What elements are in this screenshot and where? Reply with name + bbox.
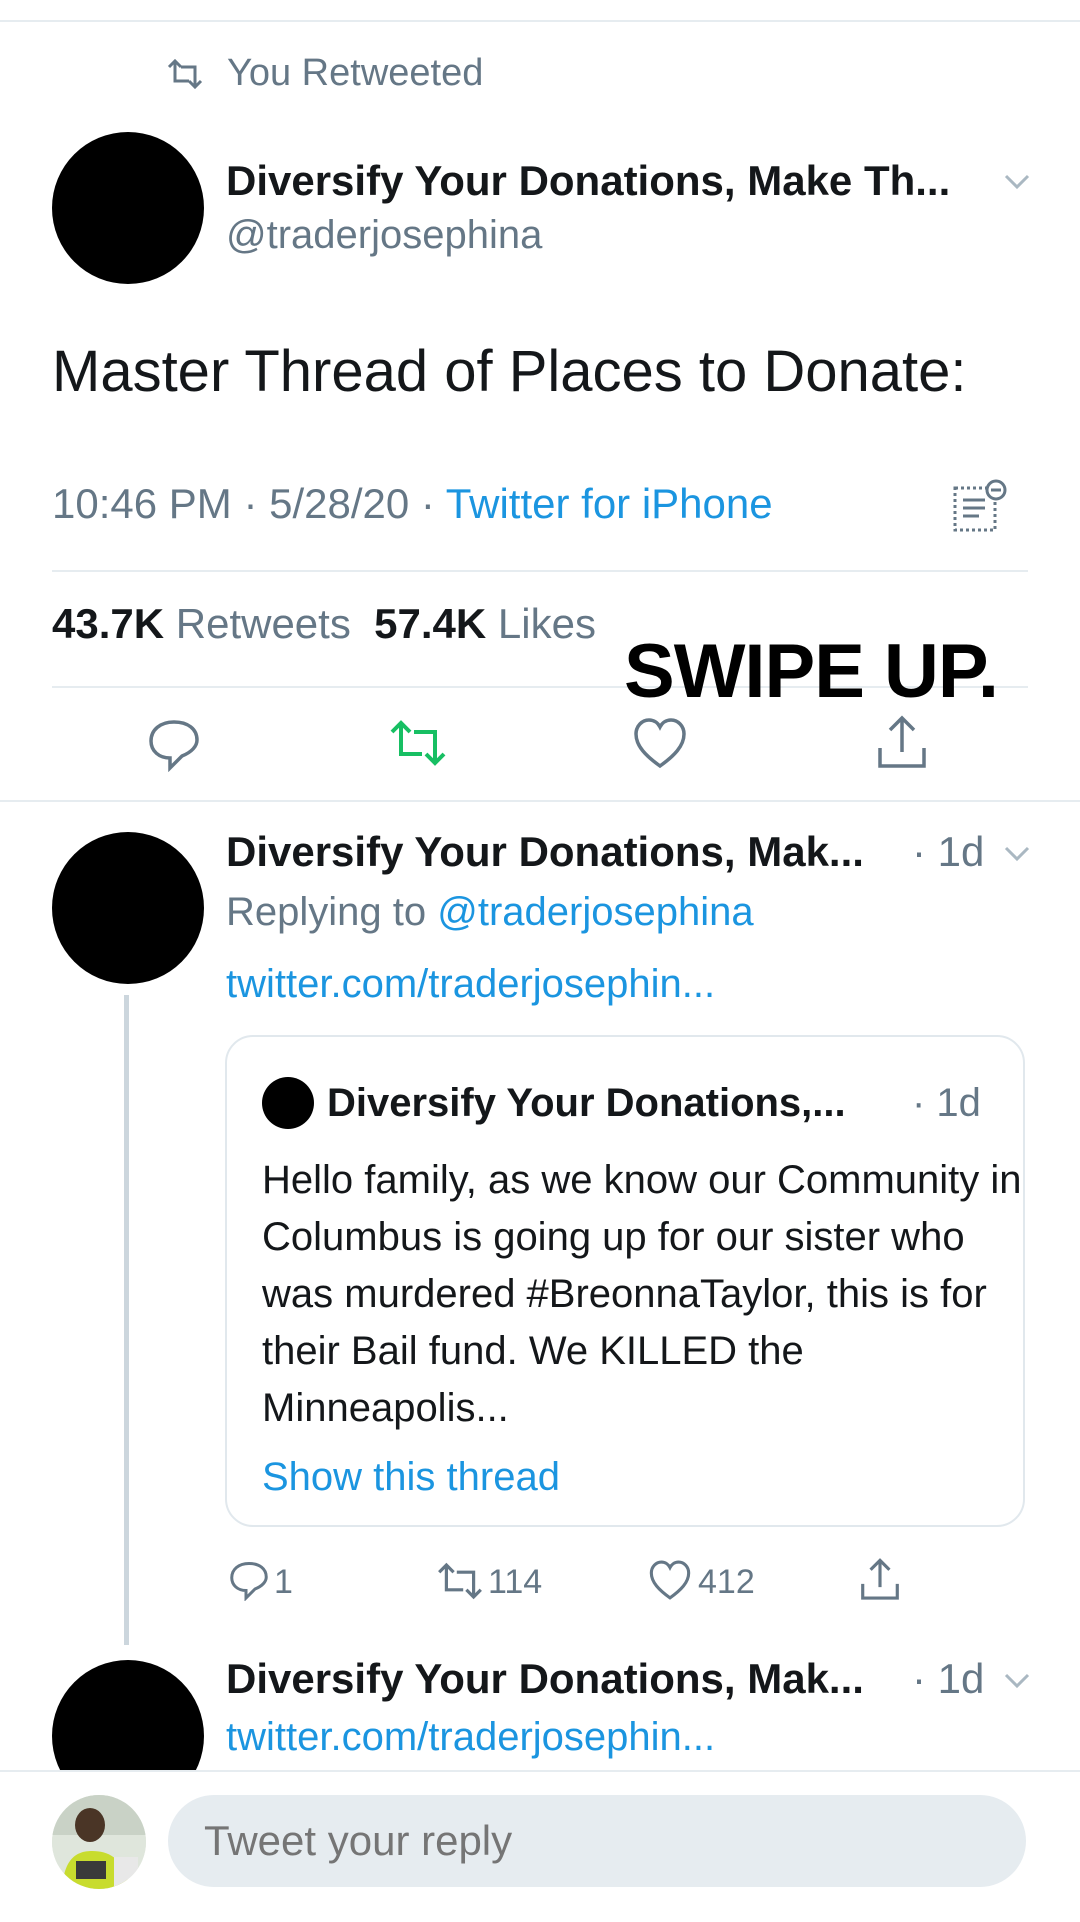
avatar[interactable] — [52, 132, 204, 284]
retweet-indicator: You Retweeted — [165, 52, 483, 95]
tweet-source-link[interactable]: Twitter for iPhone — [446, 480, 773, 527]
analytics-icon[interactable] — [952, 478, 1008, 534]
tweet-meta: 10:46 PM · 5/28/20 · Twitter for iPhone — [52, 480, 773, 528]
thread-line — [124, 995, 129, 1645]
retweet-indicator-label: You Retweeted — [227, 52, 484, 94]
quoted-age: · 1d — [912, 1081, 981, 1125]
chevron-down-icon[interactable] — [1000, 1663, 1034, 1697]
retweet-icon — [167, 58, 203, 89]
retweet-count[interactable]: 43.7K — [52, 600, 164, 647]
swipe-up-overlay: SWIPE UP. — [624, 629, 999, 714]
chevron-down-icon[interactable] — [1000, 164, 1034, 198]
share-icon[interactable] — [858, 1557, 902, 1603]
quoted-text: Hello family, as we know our Community i… — [262, 1158, 1022, 1430]
retweet-label[interactable]: Retweets — [176, 600, 351, 647]
share-icon[interactable] — [874, 714, 930, 772]
avatar[interactable] — [52, 832, 204, 984]
reply-author-name[interactable]: Diversify Your Donations, Mak... — [226, 828, 864, 876]
author-name[interactable]: Diversify Your Donations, Make Th... — [226, 157, 950, 205]
reply-actions: 1 114 412 — [0, 1555, 1080, 1615]
like-count[interactable]: 57.4K — [374, 600, 486, 647]
tweet-actions — [0, 712, 1080, 782]
show-thread-link[interactable]: Show this thread — [262, 1455, 560, 1500]
top-divider — [0, 20, 1080, 22]
tweet-time: 10:46 PM · 5/28/20 · — [52, 480, 446, 527]
tweet-link[interactable]: twitter.com/traderjosephin... — [226, 962, 715, 1007]
retweet-icon[interactable] — [436, 1561, 484, 1601]
tweet-stats: 43.7K Retweets 57.4K Likes — [52, 600, 596, 648]
quoted-author-name: Diversify Your Donations,... — [327, 1081, 846, 1125]
divider — [0, 800, 1080, 802]
reply-age[interactable]: · 1d — [912, 828, 984, 876]
reply-icon[interactable] — [146, 716, 202, 772]
reply-icon[interactable] — [228, 1559, 270, 1601]
divider — [52, 570, 1028, 572]
user-photo — [52, 1795, 146, 1889]
replying-to-prefix: Replying to — [226, 890, 438, 934]
reply-author-name[interactable]: Diversify Your Donations, Mak... — [226, 1655, 864, 1703]
tweet-link[interactable]: twitter.com/traderjosephin... — [226, 1715, 715, 1760]
retweet-icon[interactable] — [388, 718, 448, 768]
retweet-count: 114 — [488, 1563, 543, 1601]
reply-count: 1 — [274, 1563, 293, 1601]
quoted-avatar — [262, 1077, 314, 1129]
like-count: 412 — [698, 1563, 755, 1601]
chevron-down-icon[interactable] — [1000, 836, 1034, 870]
replying-to-handle[interactable]: @traderjosephina — [437, 890, 753, 934]
reply-age[interactable]: · 1d — [912, 1655, 984, 1703]
like-icon[interactable] — [648, 1559, 692, 1601]
user-avatar[interactable] — [52, 1795, 146, 1889]
replying-to: Replying to @traderjosephina — [226, 890, 754, 935]
like-icon[interactable] — [632, 716, 688, 770]
tweet-text: Master Thread of Places to Donate: — [52, 339, 967, 404]
author-handle[interactable]: @traderjosephina — [226, 213, 542, 258]
like-label[interactable]: Likes — [498, 600, 596, 647]
reply-input[interactable] — [168, 1795, 1026, 1887]
